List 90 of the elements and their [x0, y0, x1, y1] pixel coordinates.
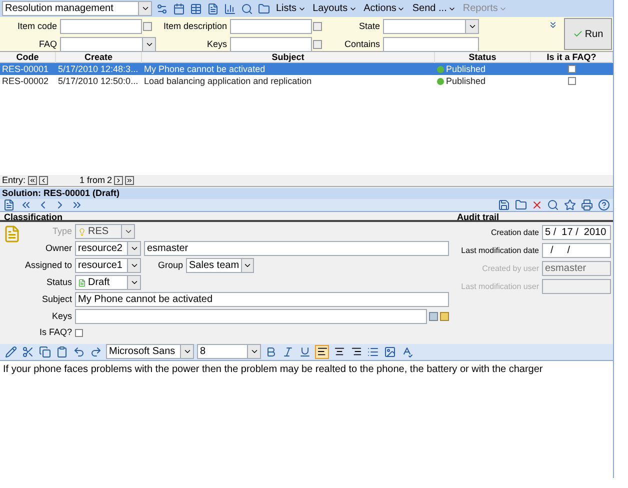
- expand-icon[interactable]: [548, 20, 558, 30]
- owner-name-field[interactable]: esmaster: [144, 241, 449, 256]
- chart-icon[interactable]: [223, 2, 237, 16]
- add-key-icon[interactable]: [440, 312, 449, 322]
- lightbulb-icon: [78, 228, 86, 236]
- undo-icon[interactable]: [72, 344, 86, 359]
- toolbar-menu[interactable]: Send ...: [410, 1, 458, 16]
- run-button[interactable]: Run: [564, 18, 612, 50]
- section-title: Classification: [0, 212, 455, 222]
- pager-label: Entry:: [2, 174, 26, 187]
- close-icon[interactable]: [531, 199, 543, 212]
- edit-icon[interactable]: [4, 344, 18, 359]
- copy-icon[interactable]: [38, 344, 52, 359]
- font-size-select[interactable]: 8: [197, 344, 261, 360]
- font-select[interactable]: Microsoft Sans: [106, 344, 194, 360]
- keys-field[interactable]: [75, 309, 427, 324]
- status-select[interactable]: Draft: [75, 275, 141, 290]
- audit-field[interactable]: [542, 279, 611, 294]
- field-label: Assigned to: [24, 259, 72, 272]
- group-select[interactable]: Sales team: [186, 258, 254, 274]
- field-label: Keys: [50, 310, 72, 323]
- image-icon[interactable]: [383, 344, 397, 359]
- search-icon[interactable]: [546, 198, 560, 212]
- search-icon[interactable]: [240, 2, 254, 16]
- filter-label: FAQ: [38, 38, 57, 51]
- help-icon[interactable]: [597, 198, 611, 212]
- next-icon[interactable]: [114, 176, 124, 186]
- grid-icon[interactable]: [189, 2, 203, 16]
- subject-field[interactable]: My Phone cannot be activated: [75, 292, 449, 308]
- save-icon[interactable]: [497, 198, 511, 212]
- keys-icon[interactable]: [429, 312, 438, 322]
- field-label: Status: [45, 276, 72, 289]
- cut-icon[interactable]: [21, 344, 35, 359]
- table-row[interactable]: RES-00001 5/17/2010 12:48:3... My Phone cannot be activated Published: [0, 63, 613, 75]
- field-label: Subject: [40, 293, 72, 306]
- module-select[interactable]: Resolution management: [2, 1, 152, 16]
- previous-icon[interactable]: [38, 176, 48, 186]
- filter-label: Item description: [162, 20, 227, 33]
- folder-icon[interactable]: [257, 2, 271, 16]
- dropdown-icon: [140, 4, 150, 13]
- field-label: Last modification user: [460, 280, 539, 293]
- field-label: Is FAQ?: [38, 326, 72, 340]
- paste-icon[interactable]: [55, 344, 69, 359]
- filter-field[interactable]: [230, 37, 312, 52]
- document-icon[interactable]: [2, 198, 16, 212]
- dropdown-icon: [144, 40, 154, 49]
- filter-label: Contains: [343, 38, 380, 51]
- filter-label: Keys: [206, 38, 227, 51]
- panel-title: Solution: RES-00001 (Draft): [0, 188, 613, 200]
- last-icon[interactable]: [125, 176, 134, 186]
- section-title: Audit trail: [455, 212, 613, 222]
- first-icon[interactable]: [28, 176, 37, 186]
- field-label: Creation date: [490, 226, 539, 239]
- note-icon: [3, 225, 21, 244]
- audit-field[interactable]: / /: [542, 243, 611, 258]
- toolbar-menu[interactable]: Lists: [274, 1, 308, 16]
- italic-icon[interactable]: [281, 344, 295, 359]
- document-icon[interactable]: [206, 2, 220, 16]
- audit-field[interactable]: 5 / 17 / 2010: [542, 225, 611, 240]
- field-label: Type: [51, 225, 72, 238]
- field-label: Group: [158, 259, 184, 272]
- faq-checkbox[interactable]: [75, 329, 83, 337]
- filter-field[interactable]: [383, 37, 479, 52]
- toolbar-menu[interactable]: Layouts: [310, 1, 359, 16]
- field-label: Created by user: [481, 262, 539, 275]
- toolbar-menu[interactable]: Actions: [362, 1, 408, 16]
- table-row[interactable]: RES-00002 5/17/2010 12:50:0... Load balancing application and replication Published: [0, 75, 613, 87]
- filter-label: Item code: [16, 20, 57, 33]
- calendar-icon[interactable]: [172, 2, 186, 16]
- align-left-icon[interactable]: [315, 344, 329, 359]
- field-label: Owner: [44, 242, 72, 255]
- filter-label: State: [358, 20, 380, 33]
- check-icon: [572, 29, 583, 39]
- owner-select[interactable]: resource2: [75, 241, 141, 256]
- field-label: Last modification date: [460, 244, 539, 257]
- type-select[interactable]: RES: [75, 224, 135, 240]
- folder-icon[interactable]: [514, 198, 528, 212]
- printer-icon[interactable]: [580, 198, 594, 212]
- pager-position: 1 from: [80, 174, 106, 187]
- redo-icon[interactable]: [89, 344, 103, 359]
- settings-icon[interactable]: [155, 2, 169, 16]
- document-icon: [78, 278, 86, 287]
- star-icon[interactable]: [563, 198, 577, 212]
- filter-field[interactable]: [60, 19, 142, 34]
- pager-total: 2: [107, 174, 112, 187]
- editor-text[interactable]: If your phone faces problems with the power then the problem may be realted to the phone, the battery or with the charger: [0, 360, 613, 378]
- filter-field[interactable]: [230, 19, 312, 34]
- assigned-select[interactable]: resource1: [75, 258, 141, 274]
- dropdown-icon: [468, 22, 476, 31]
- underline-icon[interactable]: [298, 344, 312, 359]
